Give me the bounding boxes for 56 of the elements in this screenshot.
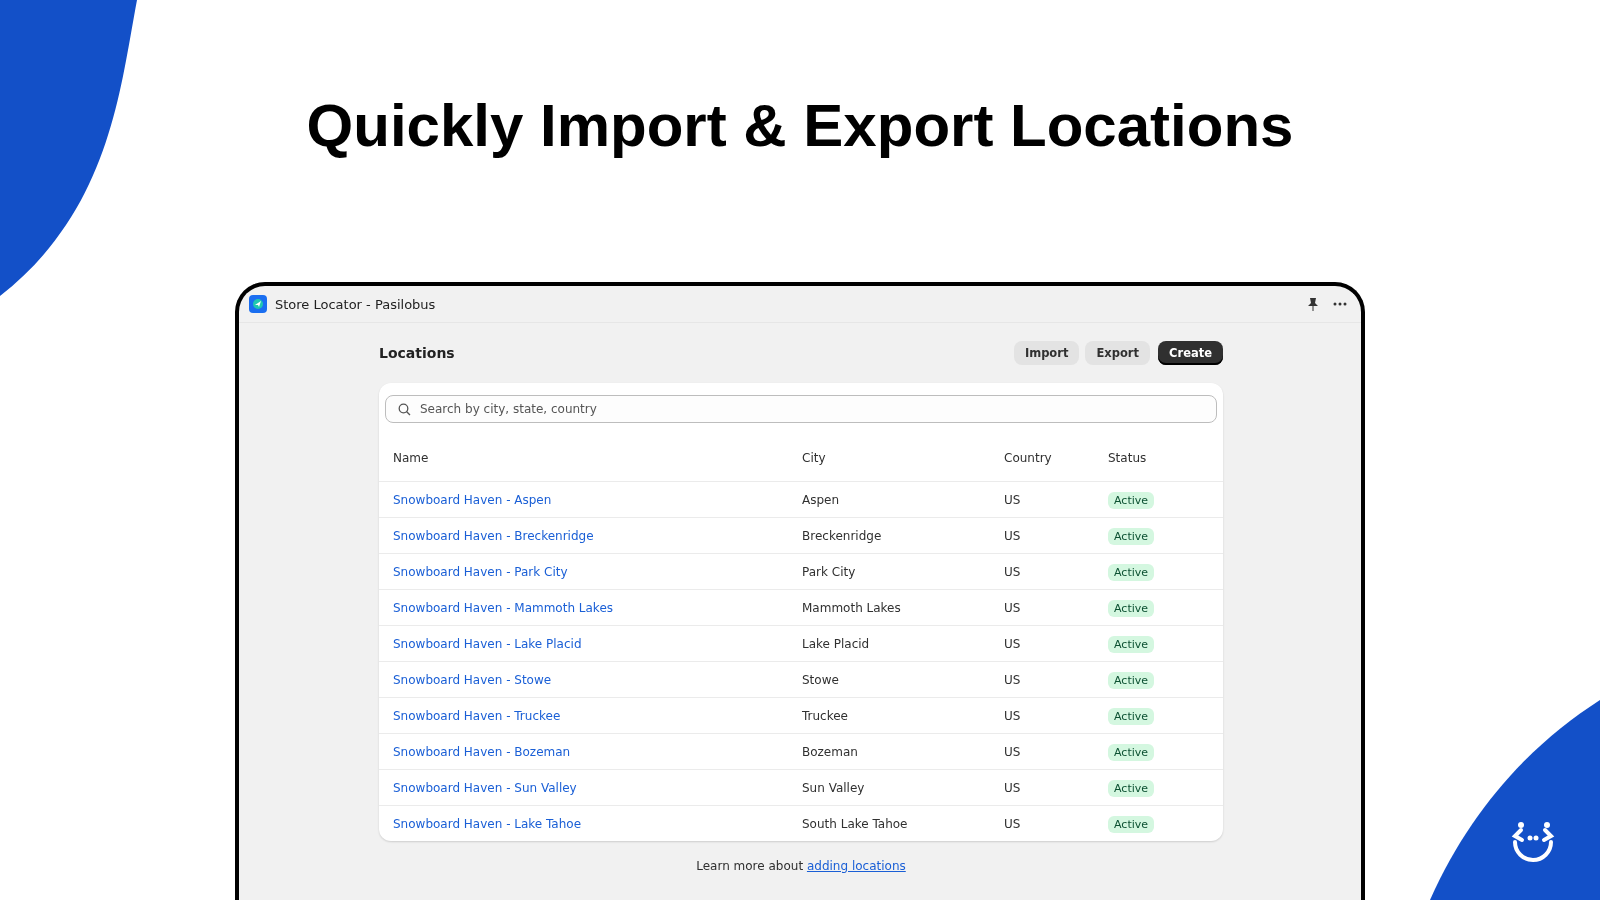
table-cell: Lake Placid	[802, 636, 870, 651]
status-badge: Active	[1108, 563, 1155, 581]
status-badge: Active	[1108, 527, 1155, 545]
action-button[interactable]: Import	[1013, 341, 1080, 365]
status-badge: Active	[1108, 707, 1155, 725]
table-cell: US	[1004, 708, 1021, 723]
page-title: Locations	[379, 345, 455, 361]
table-cell: US	[1004, 780, 1021, 795]
table-cell: Aspen	[802, 492, 840, 507]
column-header: City	[802, 451, 827, 465]
status-badge: Active	[1108, 743, 1155, 761]
table-cell: US	[1004, 816, 1021, 831]
action-button[interactable]: Export	[1085, 341, 1151, 365]
location-link[interactable]: Snowboard Haven - Sun Valley	[393, 780, 577, 795]
table-cell: US	[1004, 528, 1021, 543]
status-badge: Active	[1108, 491, 1155, 509]
window-title: Store Locator - Pasilobus	[275, 296, 436, 312]
location-link[interactable]: Snowboard Haven - Lake Tahoe	[393, 816, 582, 831]
location-link[interactable]: Snowboard Haven - Bozeman	[393, 744, 571, 759]
table-cell: Bozeman	[802, 744, 858, 759]
create-button[interactable]: Create	[1158, 341, 1223, 365]
footer-text: Learn more about adding locations	[696, 859, 906, 873]
table-cell: US	[1004, 636, 1021, 651]
more-icon[interactable]	[1333, 302, 1347, 306]
adding-locations-link[interactable]: adding locations	[806, 859, 906, 873]
status-badge: Active	[1108, 815, 1155, 833]
location-link[interactable]: Snowboard Haven - Park City	[393, 564, 568, 579]
table-cell: Sun Valley	[802, 780, 865, 795]
column-header: Country	[1004, 451, 1053, 465]
table-cell: US	[1004, 672, 1021, 687]
status-badge: Active	[1108, 599, 1155, 617]
table-cell: Mammoth Lakes	[802, 600, 901, 615]
location-link[interactable]: Snowboard Haven - Aspen	[393, 492, 552, 507]
location-link[interactable]: Snowboard Haven - Breckenridge	[393, 528, 594, 543]
table-cell: Stowe	[802, 672, 839, 687]
status-badge: Active	[1108, 671, 1155, 689]
headline: Quickly Import & Export Locations	[306, 96, 1294, 156]
column-header: Name	[393, 451, 430, 465]
table-cell: US	[1004, 564, 1021, 579]
table-cell: Park City	[802, 564, 856, 579]
location-link[interactable]: Snowboard Haven - Truckee	[393, 708, 561, 723]
app-icon	[249, 295, 267, 313]
search-field[interactable]: Search by city, state, country	[385, 395, 1217, 423]
status-badge: Active	[1108, 779, 1155, 797]
status-badge: Active	[1108, 635, 1155, 653]
table-cell: Truckee	[802, 708, 848, 723]
location-link[interactable]: Snowboard Haven - Stowe	[393, 672, 552, 687]
location-link[interactable]: Snowboard Haven - Mammoth Lakes	[393, 600, 614, 615]
table-cell: Breckenridge	[802, 528, 882, 543]
pin-icon[interactable]	[1307, 297, 1319, 311]
table-cell: US	[1004, 492, 1021, 507]
table-cell: US	[1004, 600, 1021, 615]
location-link[interactable]: Snowboard Haven - Lake Placid	[393, 636, 582, 651]
column-header: Status	[1108, 451, 1148, 465]
table-cell: US	[1004, 744, 1021, 759]
table-cell: South Lake Tahoe	[802, 816, 908, 831]
